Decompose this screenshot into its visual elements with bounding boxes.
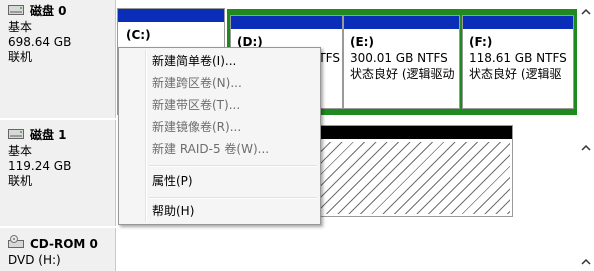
disk-1-type: 基本 [8,144,33,158]
menu-gutter [145,50,147,222]
cdrom-name: CD-ROM 0 [30,236,98,251]
menu-separator [149,165,317,167]
disk-0-status: 联机 [8,50,33,64]
partition-f-info: 118.61 GB NTFS [469,51,567,65]
partition-c-name: (C:) [126,28,151,42]
disk-1-status: 联机 [8,174,33,188]
scroll-up-icon[interactable] [580,256,592,268]
partition-e[interactable]: (E:) 300.01 GB NTFS 状态良好 (逻辑驱动 [343,15,460,109]
disk-0-label[interactable]: 磁盘 0 基本 698.64 GB 联机 [0,0,116,118]
cdrom-label[interactable]: CD-ROM 0 DVD (H:) [0,228,116,271]
partition-e-state: 状态良好 (逻辑驱动 [350,67,455,81]
menu-item-help[interactable]: 帮助(H) [152,201,194,221]
unallocated-space[interactable] [317,125,513,217]
partition-e-info: 300.01 GB NTFS [350,51,448,65]
disk-0-type: 基本 [8,20,33,34]
disk-1-size: 119.24 GB [8,159,72,173]
cd-drive-icon [8,235,24,253]
menu-item-properties[interactable]: 属性(P) [152,171,193,191]
disk-0-name: 磁盘 0 [30,3,67,18]
partition-f-name: (F:) [469,35,493,49]
disk-1-name: 磁盘 1 [30,127,67,142]
context-menu: 新建简单卷(I)... 新建跨区卷(N)... 新建带区卷(T)... 新建镜像… [118,47,321,225]
menu-item-new-striped-volume[interactable]: 新建带区卷(T)... [152,95,240,115]
scroll-up-icon[interactable] [580,6,592,18]
partition-f-state: 状态良好 (逻辑驱 [469,67,562,81]
menu-item-new-spanned-volume[interactable]: 新建跨区卷(N)... [152,73,242,93]
hard-disk-icon [8,3,24,20]
partition-e-name: (E:) [350,35,374,49]
disk-1-label[interactable]: 磁盘 1 基本 119.24 GB 联机 [0,120,116,226]
menu-item-new-raid5-volume[interactable]: 新建 RAID-5 卷(W)... [152,139,269,159]
hard-disk-icon [8,127,24,144]
unallocated-hatch [320,142,510,214]
cdrom-row: CD-ROM 0 DVD (H:) [0,228,594,271]
menu-item-new-simple-volume[interactable]: 新建简单卷(I)... [152,51,236,71]
cdrom-drive: DVD (H:) [8,253,61,267]
partition-f[interactable]: (F:) 118.61 GB NTFS 状态良好 (逻辑驱 [462,15,574,109]
menu-item-new-mirrored-volume[interactable]: 新建镜像卷(R)... [152,117,241,137]
menu-separator [149,197,317,199]
cdrom-pane [117,228,594,271]
disk-0-size: 698.64 GB [8,35,72,49]
scroll-up-icon[interactable] [580,142,592,154]
